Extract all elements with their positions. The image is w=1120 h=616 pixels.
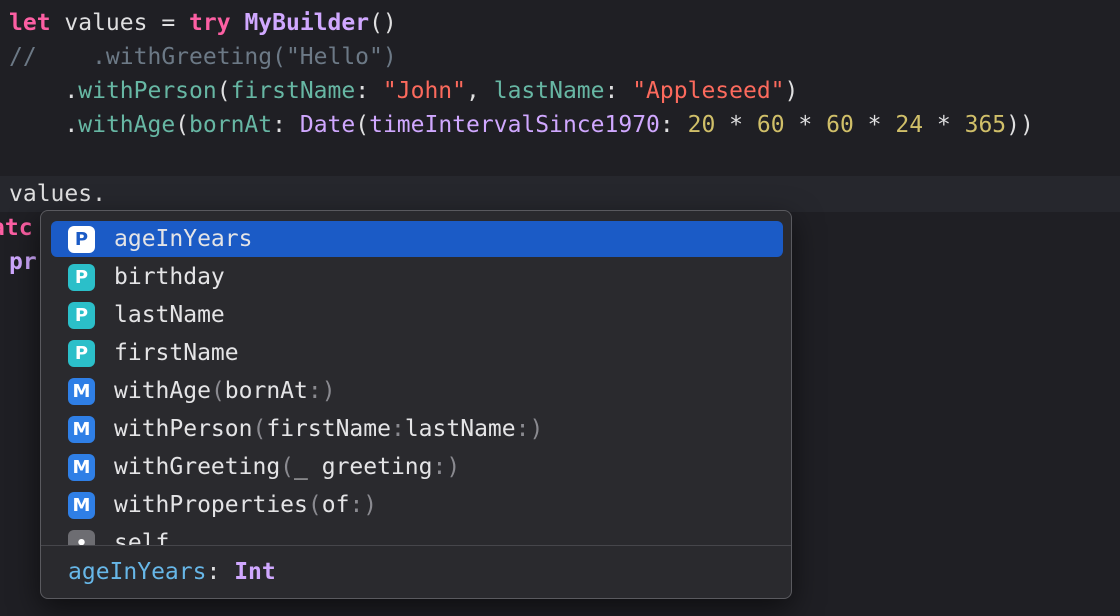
number-literal: 60 — [826, 112, 854, 138]
property-icon: P — [68, 301, 95, 329]
call-parens: () — [369, 10, 397, 36]
type-name: MyBuilder — [244, 10, 370, 36]
comment: // .withGreeting("Hello") — [9, 44, 397, 70]
number-literal: 24 — [895, 112, 924, 138]
keyword-let: let — [9, 10, 51, 36]
code-line-2[interactable]: // .withGreeting("Hello") — [9, 40, 397, 74]
number-literal: 60 — [756, 112, 785, 138]
method-name: withAge — [78, 112, 176, 138]
completion-popup[interactable]: P ageInYears P birthday P lastName P fir… — [40, 210, 792, 599]
keyword-partial: pr — [9, 249, 37, 275]
current-line-text: values. — [9, 181, 106, 207]
completion-item-withPerson[interactable]: M withPerson (firstName:lastName:) — [51, 411, 783, 447]
completion-item-name: ageInYears — [114, 226, 253, 252]
variable-decl: values = — [50, 10, 190, 36]
completion-item-args: (bornAt:) — [210, 378, 336, 404]
code-line-3[interactable]: .withPerson(firstName: "John", lastName:… — [9, 74, 798, 108]
completion-item-ageInYears[interactable]: P ageInYears — [51, 221, 783, 257]
popup-divider — [41, 545, 791, 546]
completion-item-withGreeting[interactable]: M withGreeting (_ greeting:) — [51, 449, 783, 485]
arg-label: firstName — [230, 78, 356, 104]
current-line-highlight — [0, 176, 1120, 212]
completion-item-name: birthday — [114, 264, 225, 290]
completion-item-args: (_ greeting:) — [280, 454, 461, 480]
detail-name: ageInYears — [68, 559, 207, 585]
type-name: Date — [299, 112, 356, 138]
completion-item-name: withProperties — [114, 492, 308, 518]
code-line-8[interactable]: pr — [9, 245, 37, 279]
completion-item-withProperties[interactable]: M withProperties (of:) — [51, 487, 783, 523]
property-icon: P — [68, 263, 95, 291]
completion-list[interactable]: P ageInYears P birthday P lastName P fir… — [41, 211, 791, 545]
completion-item-args: (of:) — [307, 492, 378, 518]
method-icon: M — [68, 415, 95, 443]
completion-item-args: (firstName:lastName:) — [252, 416, 544, 442]
keyword-partial: atc — [0, 215, 33, 241]
arg-label: lastName — [493, 78, 605, 104]
value-icon: • — [68, 529, 95, 545]
string-literal: "Appleseed" — [632, 78, 785, 104]
code-line-1[interactable]: let values = try MyBuilder() — [9, 6, 397, 40]
string-literal: "John" — [382, 78, 467, 104]
number-literal: 365 — [964, 112, 1007, 138]
code-line-4[interactable]: .withAge(bornAt: Date(timeIntervalSince1… — [9, 108, 1033, 142]
completion-item-firstName[interactable]: P firstName — [51, 335, 783, 371]
completion-item-self[interactable]: • self — [51, 525, 783, 545]
code-line-7[interactable]: atc — [0, 211, 33, 245]
arg-label: bornAt — [189, 112, 273, 138]
detail-type: Int — [234, 559, 276, 585]
completion-item-name: self — [114, 530, 170, 545]
code-line-current[interactable]: values. — [9, 177, 106, 211]
completion-item-name: withAge — [114, 378, 211, 404]
number-literal: 20 — [687, 112, 716, 138]
method-icon: M — [68, 377, 95, 405]
completion-item-lastName[interactable]: P lastName — [51, 297, 783, 333]
completion-item-name: withPerson — [114, 416, 253, 442]
property-icon: P — [68, 339, 95, 367]
method-icon: M — [68, 491, 95, 519]
completion-item-birthday[interactable]: P birthday — [51, 259, 783, 295]
completion-item-name: withGreeting — [114, 454, 281, 480]
completion-detail: ageInYears: Int — [68, 559, 276, 585]
keyword-try: try — [189, 10, 231, 36]
method-icon: M — [68, 453, 95, 481]
completion-item-name: firstName — [114, 340, 239, 366]
completion-item-withAge[interactable]: M withAge (bornAt:) — [51, 373, 783, 409]
completion-item-name: lastName — [114, 302, 225, 328]
property-icon: P — [68, 225, 95, 253]
arg-label: timeIntervalSince1970 — [369, 112, 660, 138]
method-name: withPerson — [78, 78, 217, 104]
